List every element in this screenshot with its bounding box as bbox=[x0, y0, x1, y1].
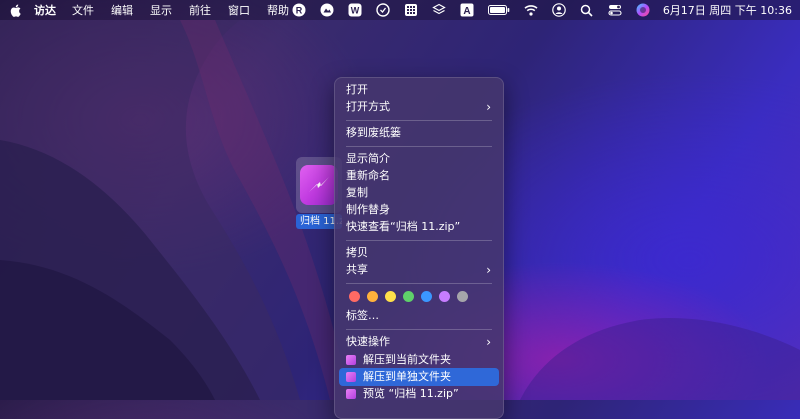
archive-app-icon bbox=[300, 165, 338, 205]
tag-blue-dot[interactable] bbox=[421, 291, 432, 302]
menu-separator bbox=[346, 329, 492, 330]
layers-icon[interactable] bbox=[432, 3, 446, 17]
menu-separator bbox=[346, 120, 492, 121]
menu-item-label: 打开方式 bbox=[346, 100, 390, 113]
menu-item-rename[interactable]: 重新命名 bbox=[339, 167, 499, 185]
menu-view[interactable]: 显示 bbox=[150, 2, 172, 18]
menu-item-extract-folder[interactable]: 解压到单独文件夹 bbox=[339, 368, 499, 386]
tag-orange-dot[interactable] bbox=[367, 291, 378, 302]
chevron-right-icon: › bbox=[486, 263, 491, 277]
menu-item-label: 快速操作 bbox=[346, 335, 390, 348]
siri-icon[interactable] bbox=[636, 3, 650, 17]
menu-item-tags[interactable]: 标签… bbox=[339, 307, 499, 325]
menu-separator bbox=[346, 283, 492, 284]
app-name-menu[interactable]: 访达 bbox=[34, 2, 56, 18]
tag-green-dot[interactable] bbox=[403, 291, 414, 302]
menu-item-copy[interactable]: 拷贝 bbox=[339, 244, 499, 262]
menu-item-label: 重新命名 bbox=[346, 169, 390, 182]
tag-colors-row bbox=[349, 291, 468, 302]
a-text-icon[interactable]: A bbox=[460, 3, 474, 17]
context-menu: 打开 打开方式 › 移到废纸篓 显示简介 重新命名 复制 制作替身 快速查看“归档… bbox=[334, 77, 504, 419]
menu-item-label: 移到废纸篓 bbox=[346, 126, 401, 139]
menu-item-open-with[interactable]: 打开方式 › bbox=[339, 98, 499, 116]
search-icon[interactable] bbox=[580, 3, 594, 17]
tag-yellow-dot[interactable] bbox=[385, 291, 396, 302]
apple-menu-icon[interactable] bbox=[0, 4, 30, 17]
grammar-icon[interactable] bbox=[376, 3, 390, 17]
menu-item-label: 显示简介 bbox=[346, 152, 390, 165]
svg-text:W: W bbox=[351, 6, 360, 16]
menu-item-label: 拷贝 bbox=[346, 246, 368, 259]
wifi-icon[interactable] bbox=[524, 3, 538, 17]
menu-file[interactable]: 文件 bbox=[72, 2, 94, 18]
menu-item-label: 标签… bbox=[346, 309, 379, 322]
cloud-app-icon[interactable] bbox=[320, 3, 334, 17]
chevron-right-icon: › bbox=[486, 335, 491, 349]
menu-separator bbox=[346, 146, 492, 147]
archive-app-icon bbox=[346, 355, 356, 365]
user-icon[interactable] bbox=[552, 3, 566, 17]
menu-item-label: 解压到单独文件夹 bbox=[363, 370, 451, 383]
archive-app-icon bbox=[346, 372, 356, 382]
menu-window[interactable]: 窗口 bbox=[228, 2, 250, 18]
menu-item-open[interactable]: 打开 bbox=[339, 81, 499, 99]
r-app-icon[interactable]: R bbox=[292, 3, 306, 17]
menu-item-extract-here[interactable]: 解压到当前文件夹 bbox=[339, 351, 499, 369]
archive-app-icon bbox=[346, 389, 356, 399]
tag-purple-dot[interactable] bbox=[439, 291, 450, 302]
menu-bar-clock[interactable]: 6月17日 周四 下午 10:36 bbox=[663, 2, 792, 18]
menu-item-label: 制作替身 bbox=[346, 203, 390, 216]
menu-separator bbox=[346, 240, 492, 241]
menu-item-label: 解压到当前文件夹 bbox=[363, 353, 451, 366]
menu-item-duplicate[interactable]: 复制 bbox=[339, 184, 499, 202]
menu-item-get-info[interactable]: 显示简介 bbox=[339, 150, 499, 168]
menu-item-label: 共享 bbox=[346, 263, 368, 276]
chevron-right-icon: › bbox=[486, 100, 491, 114]
battery-icon bbox=[487, 3, 510, 17]
tag-red-dot[interactable] bbox=[349, 291, 360, 302]
menu-go[interactable]: 前往 bbox=[189, 2, 211, 18]
svg-text:R: R bbox=[296, 6, 303, 16]
menu-item-label: 快速查看“归档 11.zip” bbox=[346, 220, 461, 233]
menu-item-label: 预览 “归档 11.zip” bbox=[363, 387, 459, 400]
menu-item-label: 复制 bbox=[346, 186, 368, 199]
svg-text:A: A bbox=[463, 6, 470, 17]
menu-item-make-alias[interactable]: 制作替身 bbox=[339, 201, 499, 219]
control-center-icon[interactable] bbox=[608, 3, 622, 17]
menu-item-quick-look[interactable]: 快速查看“归档 11.zip” bbox=[339, 218, 499, 236]
tag-gray-dot[interactable] bbox=[457, 291, 468, 302]
menu-item-share[interactable]: 共享 › bbox=[339, 261, 499, 279]
menu-edit[interactable]: 编辑 bbox=[111, 2, 133, 18]
menu-item-move-to-trash[interactable]: 移到废纸篓 bbox=[339, 124, 499, 142]
menu-bar: 访达 文件 编辑 显示 前往 窗口 帮助 R W A 6月17日 周四 下午 1… bbox=[0, 0, 800, 20]
menu-item-preview[interactable]: 预览 “归档 11.zip” bbox=[339, 385, 499, 403]
w-app-icon[interactable]: W bbox=[348, 3, 362, 17]
grid-icon[interactable] bbox=[404, 3, 418, 17]
menu-item-quick-actions[interactable]: 快速操作 › bbox=[339, 333, 499, 351]
menu-item-label: 打开 bbox=[346, 83, 368, 96]
